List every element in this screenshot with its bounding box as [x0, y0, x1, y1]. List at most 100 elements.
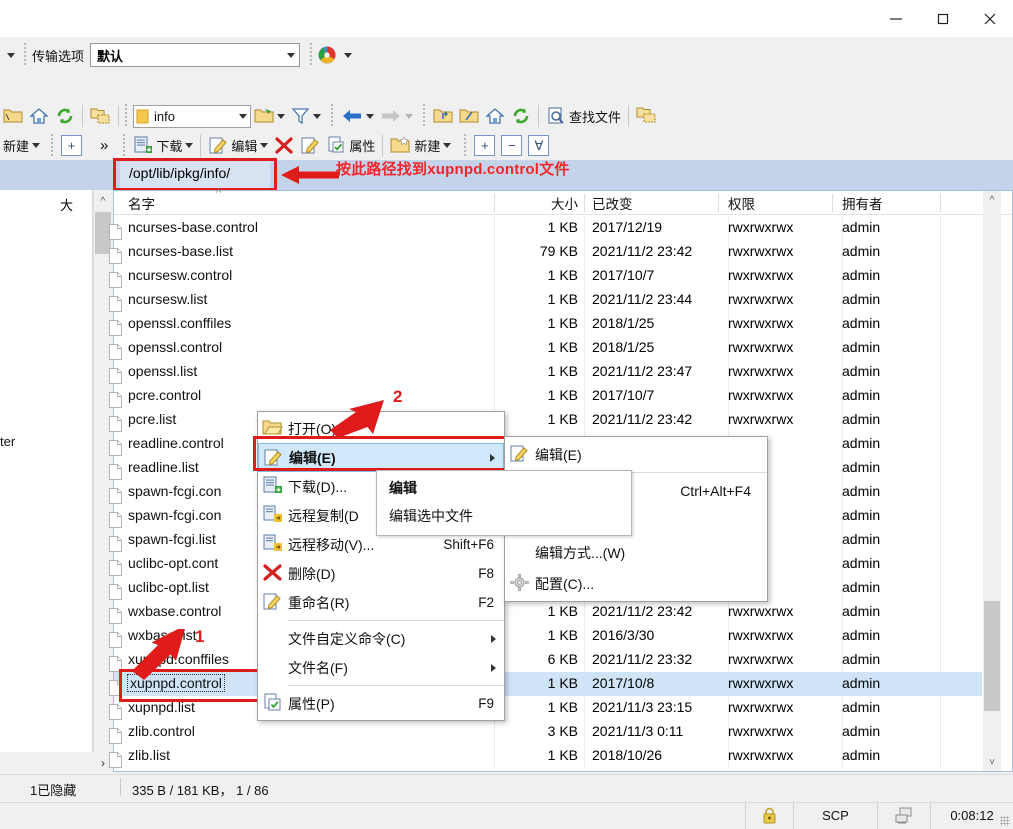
table-row[interactable]: wxbase.control1 KB2021/11/2 23:42rwxrwxr… [114, 600, 982, 624]
queue-grip[interactable] [49, 134, 55, 158]
new-directory-button[interactable]: 新建 [387, 133, 454, 159]
submenu-item[interactable]: 编辑(E) [505, 439, 767, 470]
unselect-files-button[interactable]: − [498, 133, 525, 159]
back-button[interactable] [338, 103, 377, 129]
column-divider[interactable] [832, 194, 833, 212]
transfer-options-combo[interactable]: 默认 [90, 43, 300, 67]
table-row[interactable]: wxbase.list1 KB2016/3/30rwxrwxrwxadmin [114, 624, 982, 648]
add-to-queue-button[interactable]: + [58, 133, 85, 159]
invert-selection-button[interactable]: ∀ [525, 133, 552, 159]
table-row[interactable]: zlib.list1 KB2018/10/26rwxrwxrwxadmin [114, 744, 982, 768]
scroll-thumb[interactable] [984, 601, 1000, 711]
refresh-button-2[interactable] [508, 103, 534, 129]
table-row[interactable]: ncurses-base.control1 KB2017/12/19rwxrwx… [114, 216, 982, 240]
file-size: 1 KB [506, 339, 578, 355]
submenu-item[interactable]: 编辑方式...(W) [505, 537, 767, 568]
file-owner: admin [842, 459, 880, 475]
rename-button[interactable] [297, 133, 323, 159]
home-button-2[interactable] [482, 103, 508, 129]
sync-browsing-button[interactable] [633, 103, 660, 129]
file-owner: admin [842, 219, 880, 235]
column-header-size[interactable]: 大小 [506, 191, 578, 215]
root-directory-button[interactable] [456, 103, 482, 129]
gear-icon [509, 573, 530, 594]
table-row[interactable]: pcre.list1 KB2021/11/2 23:42rwxrwxrwxadm… [114, 408, 982, 432]
table-row[interactable]: zlib.control3 KB2021/11/3 0:11rwxrwxrwxa… [114, 720, 982, 744]
submenu-item[interactable]: 配置(C)... [505, 568, 767, 599]
secure-connection-indicator[interactable] [745, 802, 793, 829]
column-divider[interactable] [494, 194, 495, 212]
scroll-up-icon[interactable]: ^ [983, 191, 1001, 209]
context-menu-item[interactable]: 文件名(F) [258, 653, 504, 682]
file-size: 3 KB [506, 723, 578, 739]
context-menu-item[interactable]: 文件自定义命令(C) [258, 624, 504, 653]
new-menu-button[interactable]: 新建 [0, 133, 43, 159]
path-grip[interactable] [123, 104, 129, 128]
file-ops-grip[interactable] [121, 134, 127, 158]
remote-pane-scrollbar[interactable]: ^ ˅ [983, 191, 1001, 771]
session-transfer-icon[interactable] [877, 802, 930, 829]
updir-grip[interactable] [421, 104, 427, 128]
scroll-down-icon[interactable]: ˅ [983, 753, 1001, 771]
file-owner: admin [842, 723, 880, 739]
column-header-changed[interactable]: 已改变 [592, 191, 633, 215]
toolbar-overflow-button[interactable]: » [97, 133, 111, 159]
context-menu-item[interactable]: 重命名(R)F2 [258, 588, 504, 617]
file-name: ncurses-base.list [128, 243, 233, 259]
open-directory-dialog-button[interactable] [251, 103, 288, 129]
file-name: spawn-fcgi.con [128, 507, 221, 523]
properties-icon [262, 693, 283, 714]
table-row[interactable]: ncursesw.control1 KB2017/10/7rwxrwxrwxad… [114, 264, 982, 288]
file-icon [109, 272, 122, 288]
file-icon [109, 392, 122, 408]
file-owner: admin [842, 531, 880, 547]
find-files-button[interactable]: 查找文件 [543, 103, 624, 129]
home-directory-button[interactable] [26, 103, 52, 129]
context-menu-item-label: 文件名(F) [288, 658, 348, 678]
context-menu-item[interactable]: 删除(D)F8 [258, 559, 504, 588]
table-row[interactable]: ncursesw.list1 KB2021/11/2 23:44rwxrwxrw… [114, 288, 982, 312]
close-button[interactable] [966, 0, 1013, 37]
window-resize-grip[interactable] [1000, 816, 1010, 826]
parent-directory-button[interactable] [430, 103, 456, 129]
nav-grip[interactable] [329, 104, 335, 128]
session-color-icon[interactable] [314, 45, 340, 65]
session-color-caret[interactable] [344, 53, 352, 58]
file-permissions: rwxrwxrwx [728, 315, 793, 331]
column-header-rights[interactable]: 权限 [728, 191, 755, 215]
open-directory-button[interactable] [0, 103, 26, 129]
toolbar-overflow-caret[interactable] [0, 53, 22, 58]
remote-path-combo[interactable]: info [133, 105, 251, 128]
transfer-options-value: 默认 [97, 46, 123, 65]
refresh-button[interactable] [52, 103, 78, 129]
local-pane-expand-button[interactable]: › [0, 752, 111, 774]
bookmark-folder-button[interactable] [87, 103, 114, 129]
download-button[interactable]: 下载 [130, 133, 196, 159]
selection-grip[interactable] [462, 134, 468, 158]
filter-button[interactable] [288, 103, 324, 129]
properties-button[interactable]: 属性 [323, 133, 378, 159]
scroll-up-icon[interactable]: ^ [94, 192, 112, 210]
file-owner: admin [842, 747, 880, 763]
file-icon [109, 584, 122, 600]
table-row[interactable]: pcre.control1 KB2017/10/7rwxrwxrwxadmin [114, 384, 982, 408]
column-divider[interactable] [584, 194, 585, 212]
table-row[interactable]: openssl.conffiles1 KB2018/1/25rwxrwxrwxa… [114, 312, 982, 336]
file-permissions: rwxrwxrwx [728, 411, 793, 427]
column-header-owner[interactable]: 拥有者 [842, 191, 883, 215]
table-row[interactable]: ncurses-base.list79 KB2021/11/2 23:42rwx… [114, 240, 982, 264]
edit-button[interactable]: 编辑 [205, 133, 271, 159]
table-row[interactable]: openssl.list1 KB2021/11/2 23:47rwxrwxrwx… [114, 360, 982, 384]
select-files-button[interactable]: + [471, 133, 498, 159]
minimize-button[interactable] [872, 0, 919, 37]
file-size: 1 KB [506, 267, 578, 283]
column-divider[interactable] [940, 194, 941, 212]
local-size-column-header[interactable]: 大 [60, 195, 73, 214]
column-header-name[interactable]: 名字 [128, 191, 155, 215]
table-row[interactable]: openssl.control1 KB2018/1/25rwxrwxrwxadm… [114, 336, 982, 360]
protocol-indicator[interactable]: SCP [793, 802, 877, 829]
column-divider[interactable] [718, 194, 719, 212]
delete-button[interactable] [271, 133, 297, 159]
maximize-button[interactable] [919, 0, 966, 37]
context-menu-item[interactable]: 属性(P)F9 [258, 689, 504, 718]
